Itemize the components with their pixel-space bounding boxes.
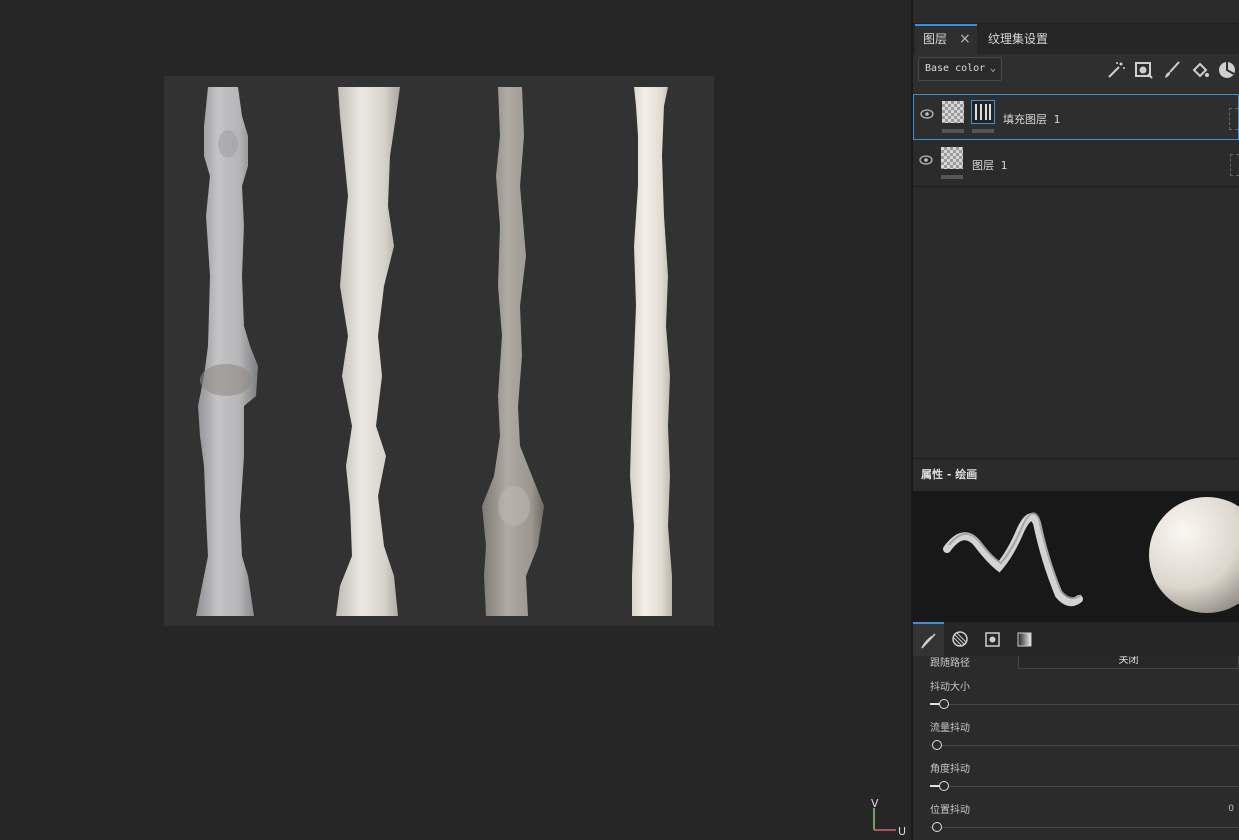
uv-texture-canvas[interactable]: [164, 76, 714, 626]
layer-name[interactable]: 填充图层 1: [1003, 111, 1060, 127]
brush-tab-icon: [921, 633, 936, 649]
material-sphere-preview: [1149, 497, 1239, 613]
panel-top-bar: [913, 0, 1239, 24]
layer-thumbnail-bar: [941, 175, 963, 179]
tab-layers-label: 图层: [923, 32, 948, 46]
channel-select-value: Base color: [925, 63, 986, 74]
position-jitter-value: 0: [1228, 804, 1234, 814]
size-jitter-slider-knob[interactable]: [939, 699, 949, 709]
close-icon[interactable]: ×: [959, 26, 971, 52]
flow-jitter-label: 流量抖动: [930, 723, 970, 734]
brush-tab[interactable]: [913, 622, 944, 656]
2d-viewport[interactable]: V U: [0, 0, 911, 840]
angle-jitter-slider-knob[interactable]: [939, 781, 949, 791]
alpha-tab-icon: [952, 631, 968, 647]
brush-settings: 跟随路径 关闭 抖动大小 流量抖动 角度抖动 位置抖动 0: [913, 656, 1239, 840]
stencil-tab-icon: [985, 632, 1000, 647]
angle-jitter-slider-track[interactable]: [930, 786, 1239, 787]
eye-icon[interactable]: [920, 109, 934, 119]
bone-texture-image: [196, 87, 672, 616]
layer-name[interactable]: 图层 1: [972, 157, 1007, 173]
fill-texture-thumbnail[interactable]: [971, 100, 995, 124]
brush-preview: [913, 491, 1239, 622]
axis-v-label: V: [871, 797, 879, 810]
layer-blend-slot[interactable]: [1230, 154, 1239, 176]
layer-thumbnail: [941, 147, 963, 169]
layers-toolbar: Base color ⌄: [913, 54, 1239, 92]
eye-icon[interactable]: [919, 155, 933, 165]
tab-texture-set-label: 纹理集设置: [988, 32, 1049, 46]
alpha-tab[interactable]: [945, 622, 976, 656]
tab-texture-set-settings[interactable]: 纹理集设置: [980, 24, 1056, 54]
position-jitter-label: 位置抖动: [930, 805, 970, 816]
angle-jitter-label: 角度抖动: [930, 764, 970, 775]
layer-stack: 填充图层 1 图层 1: [913, 92, 1239, 458]
paint-brush-icon[interactable]: [1162, 60, 1182, 80]
material-tab[interactable]: [1009, 622, 1040, 656]
channel-select[interactable]: Base color ⌄: [918, 57, 1002, 81]
brush-stroke-preview: [943, 497, 1239, 613]
axis-u-label: U: [898, 825, 906, 838]
material-tab-icon: [1017, 632, 1032, 647]
properties-panel-title: 属性 - 绘画: [913, 458, 1239, 490]
layer-row-paint-layer[interactable]: 图层 1: [913, 141, 1239, 187]
smart-material-icon[interactable]: [1217, 60, 1237, 80]
follow-path-dropdown[interactable]: 关闭: [1018, 656, 1239, 669]
tab-layers[interactable]: 图层 ×: [915, 24, 977, 54]
right-dock-panel: 图层 × 纹理集设置 Base color ⌄ 填充图层 1 图层 1 属性 -…: [913, 0, 1239, 840]
follow-path-label: 跟随路径: [930, 658, 970, 669]
layer-blend-slot[interactable]: [1229, 108, 1238, 130]
flow-jitter-slider-knob[interactable]: [932, 740, 942, 750]
mask-thumbnail-bar: [972, 129, 994, 133]
layer-row-fill-layer[interactable]: 填充图层 1: [913, 94, 1239, 140]
layer-thumbnail-bar: [942, 129, 964, 133]
add-mask-icon[interactable]: [1134, 60, 1154, 80]
layer-thumbnail: [942, 101, 964, 123]
flow-jitter-slider-track[interactable]: [930, 745, 1239, 746]
position-jitter-slider-knob[interactable]: [932, 822, 942, 832]
bone-pattern-icon: [975, 104, 991, 120]
size-jitter-label: 抖动大小: [930, 682, 970, 693]
position-jitter-slider-track[interactable]: [930, 827, 1239, 828]
stencil-tab[interactable]: [977, 622, 1008, 656]
brush-properties-tabs: [913, 622, 1239, 656]
size-jitter-slider-track[interactable]: [930, 704, 1239, 705]
chevron-down-icon: ⌄: [989, 63, 996, 74]
effects-wand-icon[interactable]: [1106, 60, 1126, 80]
uv-axis-gizmo: V U: [871, 797, 906, 838]
fill-bucket-icon[interactable]: [1190, 60, 1210, 80]
panel-tab-bar: 图层 × 纹理集设置: [913, 24, 1239, 54]
